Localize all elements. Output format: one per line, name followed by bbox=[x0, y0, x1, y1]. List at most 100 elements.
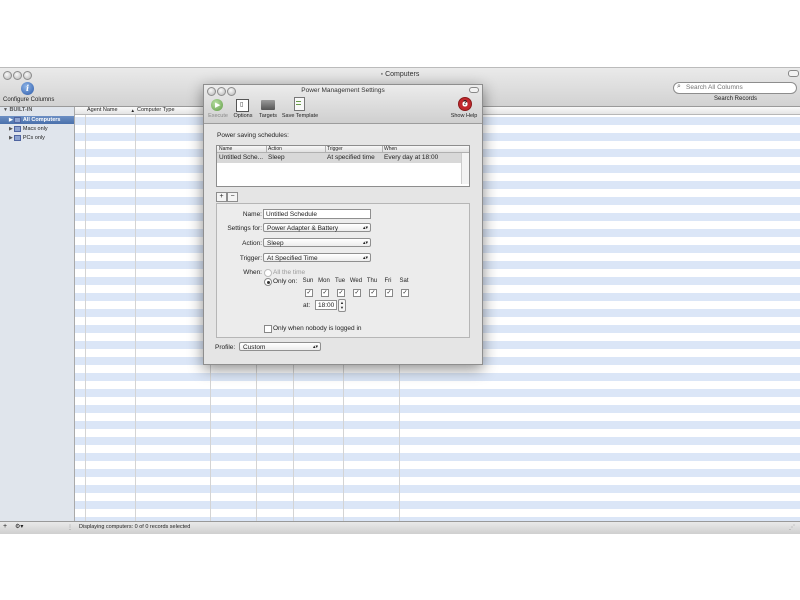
dialog-titlebar: Power Management Settings ▶ Execute ▯ Op… bbox=[204, 85, 482, 124]
day-label-sat: Sat bbox=[399, 278, 409, 284]
table-row bbox=[75, 437, 800, 445]
disclosure-triangle-icon[interactable]: ▼ bbox=[3, 107, 8, 113]
fri-checkbox[interactable]: ✓ bbox=[385, 289, 393, 297]
action-label: Action: bbox=[242, 240, 262, 247]
column-header-agent-name[interactable]: Agent Name ▲ bbox=[85, 107, 135, 114]
minimize-window-button[interactable] bbox=[13, 71, 22, 80]
toolbar-toggle-button[interactable] bbox=[788, 70, 799, 77]
window-resize-grip[interactable]: ⋰ bbox=[789, 524, 795, 531]
add-schedule-button[interactable]: + bbox=[216, 192, 227, 202]
window-title: ▪ Computers bbox=[380, 71, 420, 78]
resize-handle-icon[interactable]: ⋮ bbox=[67, 524, 73, 531]
remove-schedule-button[interactable]: − bbox=[227, 192, 238, 202]
day-label-tue: Tue bbox=[334, 278, 346, 284]
popup-arrows-icon: ▴▾ bbox=[362, 240, 368, 246]
sidebar-item-macs-only[interactable]: ▶ Macs only bbox=[0, 125, 74, 133]
tue-checkbox[interactable]: ✓ bbox=[337, 289, 345, 297]
dialog-toolbar-toggle[interactable] bbox=[469, 87, 479, 93]
table-row bbox=[75, 453, 800, 461]
settings-for-label: Settings for: bbox=[227, 225, 262, 232]
day-label-thu: Thu bbox=[366, 278, 378, 284]
trigger-label: Trigger: bbox=[239, 255, 262, 262]
at-label: at: bbox=[303, 302, 311, 309]
search-records-label: Search Records bbox=[714, 96, 758, 102]
table-row bbox=[75, 485, 800, 493]
computer-group-icon bbox=[13, 116, 21, 123]
time-field[interactable]: 18:00 bbox=[315, 300, 337, 310]
dialog-title: Power Management Settings bbox=[301, 87, 385, 94]
wed-checkbox[interactable]: ✓ bbox=[353, 289, 361, 297]
dialog-close-button[interactable] bbox=[207, 87, 216, 96]
when-label: When: bbox=[243, 269, 262, 276]
thu-checkbox[interactable]: ✓ bbox=[369, 289, 377, 297]
computer-group-icon bbox=[13, 125, 21, 132]
table-row bbox=[75, 405, 800, 413]
schedules-scrollbar[interactable] bbox=[461, 153, 469, 184]
gear-icon[interactable]: ⚙▾ bbox=[15, 523, 23, 530]
schedule-form: Name: Untitled Schedule Settings for: Po… bbox=[216, 203, 470, 338]
options-icon: ▯ bbox=[236, 99, 249, 112]
sidebar-item-pcs-only[interactable]: ▶ PCs only bbox=[0, 134, 74, 142]
execute-icon: ▶ bbox=[211, 99, 223, 111]
disclosure-triangle-icon[interactable]: ▶ bbox=[9, 117, 13, 123]
status-text: Displaying computers: 0 of 0 records sel… bbox=[79, 524, 191, 530]
day-label-fri: Fri bbox=[384, 278, 392, 284]
column-divider bbox=[135, 107, 136, 521]
nobody-logged-in-label: Only when nobody is logged in bbox=[273, 325, 362, 332]
column-header-when[interactable]: When bbox=[384, 146, 397, 152]
search-icon: ⌕ bbox=[677, 83, 681, 90]
bottom-bar: + ⚙▾ ⋮ Displaying computers: 0 of 0 reco… bbox=[0, 521, 800, 534]
computer-group-icon bbox=[13, 134, 21, 141]
name-field[interactable]: Untitled Schedule bbox=[263, 209, 371, 219]
mon-checkbox[interactable]: ✓ bbox=[321, 289, 329, 297]
table-row bbox=[75, 469, 800, 477]
disclosure-triangle-icon[interactable]: ▶ bbox=[9, 135, 13, 141]
disclosure-triangle-icon[interactable]: ▶ bbox=[9, 126, 13, 132]
sidebar: ▼ BUILT-IN ▶ All Computers ▶ Macs only ▶ PC… bbox=[0, 107, 75, 521]
help-icon: ? bbox=[458, 97, 472, 111]
schedule-row[interactable]: Untitled Sche... Sleep At specified time… bbox=[217, 153, 469, 163]
schedules-table-header: Name Action Trigger When bbox=[217, 146, 469, 153]
time-stepper[interactable]: ▲ ▼ bbox=[338, 299, 346, 312]
sidebar-item-all-computers[interactable]: ▶ All Computers bbox=[0, 116, 74, 124]
sat-checkbox[interactable]: ✓ bbox=[401, 289, 409, 297]
search-field[interactable]: ⌕ bbox=[673, 82, 797, 94]
save-template-icon bbox=[294, 97, 305, 111]
column-header-computer-type[interactable]: Computer Type bbox=[135, 107, 207, 114]
configure-columns-button[interactable]: Configure Columns bbox=[3, 97, 54, 103]
column-header-trigger[interactable]: Trigger bbox=[327, 146, 343, 152]
popup-arrows-icon: ▴▾ bbox=[362, 255, 368, 261]
dialog-zoom-button[interactable] bbox=[227, 87, 236, 96]
all-the-time-radio[interactable] bbox=[264, 269, 272, 277]
name-label: Name: bbox=[242, 211, 262, 218]
sun-checkbox[interactable]: ✓ bbox=[305, 289, 313, 297]
action-popup[interactable]: Sleep ▴▾ bbox=[263, 238, 371, 247]
trigger-popup[interactable]: At Specified Time ▴▾ bbox=[263, 253, 371, 262]
day-label-mon: Mon bbox=[318, 278, 330, 284]
table-row bbox=[75, 373, 800, 381]
schedules-table[interactable]: Name Action Trigger When Untitled Sche..… bbox=[216, 145, 470, 187]
dialog-minimize-button[interactable] bbox=[217, 87, 226, 96]
info-icon[interactable]: i bbox=[21, 82, 34, 95]
profile-popup[interactable]: Custom ▴▾ bbox=[239, 342, 321, 351]
table-row bbox=[75, 421, 800, 429]
all-the-time-label: All the time bbox=[273, 269, 306, 276]
table-row bbox=[75, 501, 800, 509]
only-on-radio[interactable] bbox=[264, 278, 272, 286]
settings-for-popup[interactable]: Power Adapter & Battery ▴▾ bbox=[263, 223, 371, 232]
popup-arrows-icon: ▴▾ bbox=[312, 344, 318, 350]
popup-arrows-icon: ▴▾ bbox=[362, 225, 368, 231]
column-header-name[interactable]: Name bbox=[219, 146, 232, 152]
zoom-window-button[interactable] bbox=[23, 71, 32, 80]
sidebar-section-built-in[interactable]: ▼ BUILT-IN bbox=[3, 107, 32, 113]
nobody-logged-in-checkbox[interactable] bbox=[264, 325, 272, 333]
column-divider bbox=[85, 107, 86, 521]
search-input[interactable] bbox=[686, 83, 792, 93]
power-management-dialog: Power Management Settings ▶ Execute ▯ Op… bbox=[203, 84, 483, 365]
column-header-action[interactable]: Action bbox=[268, 146, 282, 152]
table-row bbox=[75, 389, 800, 397]
profile-label: Profile: bbox=[215, 344, 236, 351]
schedules-label: Power saving schedules: bbox=[217, 132, 289, 139]
close-window-button[interactable] bbox=[3, 71, 12, 80]
add-group-button[interactable]: + bbox=[3, 523, 7, 530]
